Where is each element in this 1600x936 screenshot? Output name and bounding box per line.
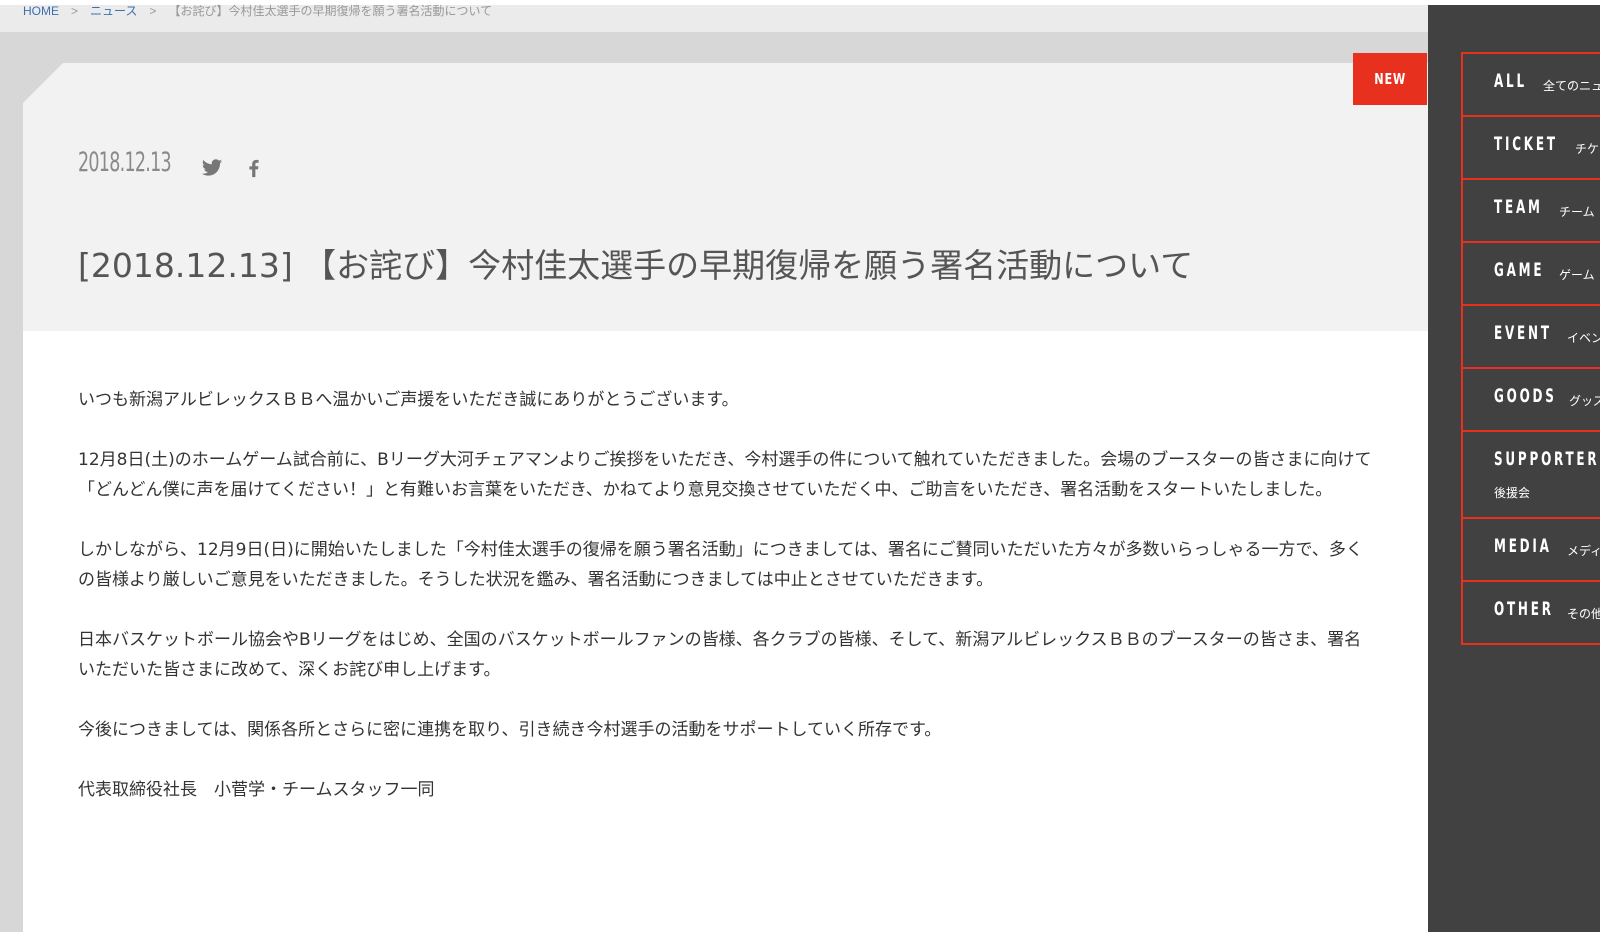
body-paragraph: いつも新潟アルビレックスＢＢへ温かいご声援をいただき誠にありがとうございます。 [78, 390, 739, 410]
body-paragraph: しかしながら、12月9日(日)に開始いたしました「今村佳太選手の復帰を願う署名活… [78, 540, 1363, 590]
category-label: SUPPORTER [1494, 448, 1600, 470]
page: HOME > ニュース > 【お詫び】今村佳太選手の早期復帰を願う署名活動について NE… [0, 0, 1600, 936]
category-item-all[interactable]: ALL 全てのニュ [1463, 54, 1600, 117]
category-item-supporter[interactable]: SUPPORTER 後援会 [1463, 432, 1600, 519]
card-corner-cut [23, 63, 63, 103]
twitter-icon-svg [201, 159, 223, 176]
new-badge: NEW [1353, 53, 1427, 105]
category-sublabel: チーム [1559, 205, 1595, 219]
category-item-game[interactable]: GAME ゲーム [1463, 243, 1600, 306]
category-sublabel: ゲーム [1559, 268, 1595, 282]
breadcrumb-current: 【お詫び】今村佳太選手の早期復帰を願う署名活動について [168, 4, 493, 18]
body-paragraph: 今後につきましては、関係各所とさらに密に連携を取り、引き続き今村選手の活動をサポ… [78, 720, 942, 740]
breadcrumb: HOME > ニュース > 【お詫び】今村佳太選手の早期復帰を願う署名活動について [0, 3, 1428, 32]
category-sublabel: 後援会 [1494, 486, 1531, 500]
article-header: NEW 2018.12.13 [2018.12.13] 【お詫び】今村佳太選手の… [23, 53, 1428, 331]
breadcrumb-trail: HOME > ニュース > 【お詫び】今村佳太選手の早期復帰を願う署名活動について [23, 3, 492, 19]
category-item-event[interactable]: EVENT イベン [1463, 306, 1600, 369]
post-date: 2018.12.13 [78, 147, 172, 178]
category-list: ALL 全てのニュ TICKET チケ TEAM チーム GAME ゲーム EV… [1461, 52, 1600, 645]
article-body: いつも新潟アルビレックスＢＢへ温かいご声援をいただき誠にありがとうございます。 … [78, 385, 1378, 835]
category-sublabel: 全てのニュ [1543, 79, 1600, 93]
category-label: TEAM [1494, 196, 1543, 218]
category-sublabel: その他 [1567, 607, 1600, 621]
category-item-team[interactable]: TEAM チーム [1463, 180, 1600, 243]
breadcrumb-separator: > [71, 4, 79, 18]
new-badge-label: NEW [1374, 70, 1406, 88]
category-item-goods[interactable]: GOODS グッズ [1463, 369, 1600, 432]
category-sublabel: イベン [1567, 331, 1600, 345]
body-signature: 代表取締役社長 小菅学・チームスタッフ一同 [78, 780, 435, 800]
category-sidebar: ALL 全てのニュ TICKET チケ TEAM チーム GAME ゲーム EV… [1428, 5, 1600, 932]
breadcrumb-home-link[interactable]: HOME [23, 4, 59, 18]
category-item-other[interactable]: OTHER その他 [1463, 582, 1600, 645]
category-item-media[interactable]: MEDIA メディ [1463, 519, 1600, 582]
body-paragraph: 12月8日(土)のホームゲーム試合前に、Bリーグ大河チェアマンよりご挨拶をいただ… [78, 450, 1372, 500]
category-label: OTHER [1494, 598, 1554, 620]
category-label: GAME [1494, 259, 1545, 281]
category-label: TICKET [1494, 133, 1558, 155]
category-sublabel: チケ [1575, 142, 1600, 156]
facebook-icon[interactable] [243, 157, 265, 179]
category-sublabel: グッズ [1569, 394, 1600, 408]
article-card: NEW 2018.12.13 [2018.12.13] 【お詫び】今村佳太選手の… [23, 53, 1428, 932]
body-paragraph: 日本バスケットボール協会やBリーグをはじめ、全国のバスケットボールファンの皆様、… [78, 630, 1362, 680]
category-sublabel: メディ [1567, 544, 1600, 558]
twitter-icon[interactable] [201, 157, 223, 179]
facebook-icon-svg [249, 159, 259, 178]
category-label: GOODS [1494, 385, 1557, 407]
breadcrumb-separator: > [149, 4, 157, 18]
category-label: ALL [1494, 70, 1527, 92]
category-label: EVENT [1494, 322, 1552, 344]
category-label: MEDIA [1494, 535, 1552, 557]
breadcrumb-news-link[interactable]: ニュース [90, 4, 137, 18]
category-item-ticket[interactable]: TICKET チケ [1463, 117, 1600, 180]
bottom-edge [0, 932, 1600, 936]
main-content: HOME > ニュース > 【お詫び】今村佳太選手の早期復帰を願う署名活動について NE… [0, 3, 1428, 932]
article-title: [2018.12.13] 【お詫び】今村佳太選手の早期復帰を願う署名活動について [78, 246, 1194, 285]
